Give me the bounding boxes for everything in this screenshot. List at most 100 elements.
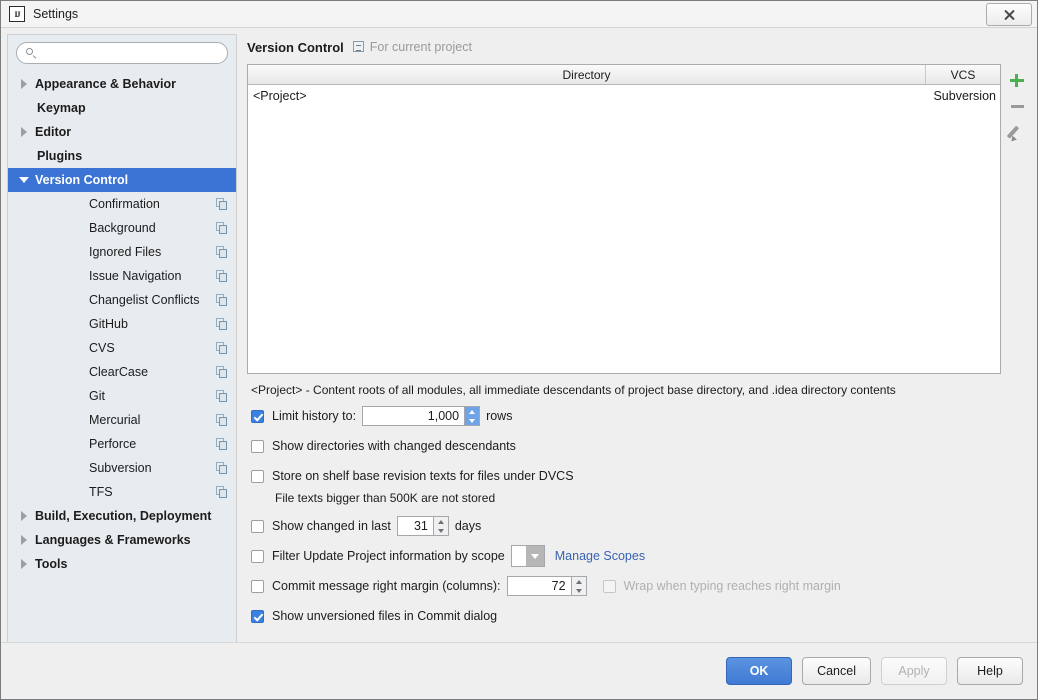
sidebar-item-keymap[interactable]: Keymap (8, 96, 236, 120)
sidebar-item-label: Plugins (37, 149, 82, 163)
copy-settings-icon[interactable] (216, 342, 228, 354)
manage-scopes-link[interactable]: Manage Scopes (555, 549, 645, 563)
search-box[interactable] (16, 42, 228, 64)
copy-settings-icon[interactable] (216, 222, 228, 234)
scope-select[interactable] (511, 545, 545, 567)
close-icon (1003, 8, 1016, 21)
chevron-right-icon[interactable] (20, 535, 30, 545)
filter-update-by-scope-checkbox[interactable] (251, 550, 264, 563)
chevron-down-icon[interactable] (526, 546, 544, 566)
sidebar-item-background[interactable]: Background (8, 216, 236, 240)
dialog-footer: OK Cancel Apply Help (1, 642, 1037, 699)
sidebar-item-build-execution-deployment[interactable]: Build, Execution, Deployment (8, 504, 236, 528)
limit-history-value: 1,000 (363, 407, 464, 425)
copy-settings-icon[interactable] (216, 390, 228, 402)
sidebar-item-label: GitHub (89, 317, 128, 331)
sidebar-item-subversion[interactable]: Subversion (8, 456, 236, 480)
show-dirs-changed-descendants-checkbox[interactable] (251, 440, 264, 453)
edit-directory-button[interactable] (1004, 119, 1030, 145)
search-container (8, 35, 236, 70)
copy-settings-icon[interactable] (216, 198, 228, 210)
table-row[interactable]: <Project> Subversion (248, 85, 1000, 107)
chevron-down-icon[interactable] (20, 175, 30, 185)
copy-settings-icon[interactable] (216, 486, 228, 498)
sidebar-item-mercurial[interactable]: Mercurial (8, 408, 236, 432)
sidebar-item-perforce[interactable]: Perforce (8, 432, 236, 456)
sidebar-item-label: Background (89, 221, 156, 235)
search-input[interactable] (42, 45, 218, 61)
directory-table[interactable]: Directory VCS <Project> Subversion (247, 64, 1001, 374)
sidebar-item-ignored-files[interactable]: Ignored Files (8, 240, 236, 264)
column-header-vcs[interactable]: VCS (926, 65, 1000, 84)
project-hint: <Project> - Content roots of all modules… (251, 383, 1031, 397)
spinner-up-icon[interactable] (465, 407, 479, 416)
sidebar-item-editor[interactable]: Editor (8, 120, 236, 144)
copy-settings-icon[interactable] (216, 366, 228, 378)
ok-button[interactable]: OK (726, 657, 792, 685)
option-show-dirs-changed-descendants: Show directories with changed descendant… (247, 435, 1031, 457)
show-changed-in-last-checkbox[interactable] (251, 520, 264, 533)
sidebar-item-changelist-conflicts[interactable]: Changelist Conflicts (8, 288, 236, 312)
option-store-shelf-base-revision: Store on shelf base revision texts for f… (247, 465, 1031, 487)
column-header-directory[interactable]: Directory (248, 65, 926, 84)
copy-settings-icon[interactable] (216, 414, 228, 426)
sidebar-item-label: Version Control (35, 173, 128, 187)
chevron-right-icon[interactable] (20, 79, 30, 89)
show-changed-in-last-value: 31 (398, 517, 433, 535)
spinner-down-icon[interactable] (572, 586, 586, 595)
sidebar-item-github[interactable]: GitHub (8, 312, 236, 336)
spinner-up-icon[interactable] (572, 577, 586, 586)
limit-history-unit: rows (486, 409, 512, 423)
window-title: Settings (33, 7, 78, 21)
commit-right-margin-checkbox[interactable] (251, 580, 264, 593)
sidebar-item-plugins[interactable]: Plugins (8, 144, 236, 168)
sidebar-item-appearance-behavior[interactable]: Appearance & Behavior (8, 72, 236, 96)
sidebar-item-tools[interactable]: Tools (8, 552, 236, 576)
sidebar-item-issue-navigation[interactable]: Issue Navigation (8, 264, 236, 288)
sidebar-item-git[interactable]: Git (8, 384, 236, 408)
cancel-button[interactable]: Cancel (802, 657, 871, 685)
apply-button: Apply (881, 657, 947, 685)
close-button[interactable] (986, 3, 1032, 26)
sidebar-item-label: Languages & Frameworks (35, 533, 191, 547)
spinner-down-icon[interactable] (465, 416, 479, 425)
sidebar-item-label: Build, Execution, Deployment (35, 509, 211, 523)
sidebar-item-label: Mercurial (89, 413, 140, 427)
sidebar-item-label: Git (89, 389, 105, 403)
page-title: Version Control (247, 40, 344, 55)
commit-right-margin-stepper[interactable]: 72 (507, 576, 587, 596)
copy-settings-icon[interactable] (216, 462, 228, 474)
help-button[interactable]: Help (957, 657, 1023, 685)
copy-settings-icon[interactable] (216, 438, 228, 450)
chevron-right-icon[interactable] (20, 127, 30, 137)
sidebar-item-clearcase[interactable]: ClearCase (8, 360, 236, 384)
store-shelf-base-revision-checkbox[interactable] (251, 470, 264, 483)
copy-settings-icon[interactable] (216, 246, 228, 258)
chevron-right-icon[interactable] (20, 559, 30, 569)
commit-margin-spin-buttons[interactable] (571, 577, 586, 595)
filter-update-by-scope-label: Filter Update Project information by sco… (272, 549, 505, 563)
sidebar-item-languages-frameworks[interactable]: Languages & Frameworks (8, 528, 236, 552)
add-directory-button[interactable] (1004, 67, 1030, 93)
sidebar-item-cvs[interactable]: CVS (8, 336, 236, 360)
limit-history-spin-buttons[interactable] (464, 407, 479, 425)
sidebar-item-version-control[interactable]: Version Control (8, 168, 236, 192)
show-unversioned-checkbox[interactable] (251, 610, 264, 623)
show-changed-spin-buttons[interactable] (433, 517, 448, 535)
limit-history-stepper[interactable]: 1,000 (362, 406, 480, 426)
show-changed-in-last-unit: days (455, 519, 481, 533)
limit-history-checkbox[interactable] (251, 410, 264, 423)
copy-settings-icon[interactable] (216, 270, 228, 282)
chevron-right-icon[interactable] (20, 511, 30, 521)
sidebar-item-label: ClearCase (89, 365, 148, 379)
copy-settings-icon[interactable] (216, 318, 228, 330)
spinner-up-icon[interactable] (434, 517, 448, 526)
show-changed-in-last-stepper[interactable]: 31 (397, 516, 449, 536)
spinner-down-icon[interactable] (434, 526, 448, 535)
directory-table-area: Directory VCS <Project> Subversion (247, 64, 1031, 374)
sidebar-item-confirmation[interactable]: Confirmation (8, 192, 236, 216)
project-scope-icon (353, 41, 365, 53)
copy-settings-icon[interactable] (216, 294, 228, 306)
remove-directory-button[interactable] (1004, 93, 1030, 119)
sidebar-item-tfs[interactable]: TFS (8, 480, 236, 504)
